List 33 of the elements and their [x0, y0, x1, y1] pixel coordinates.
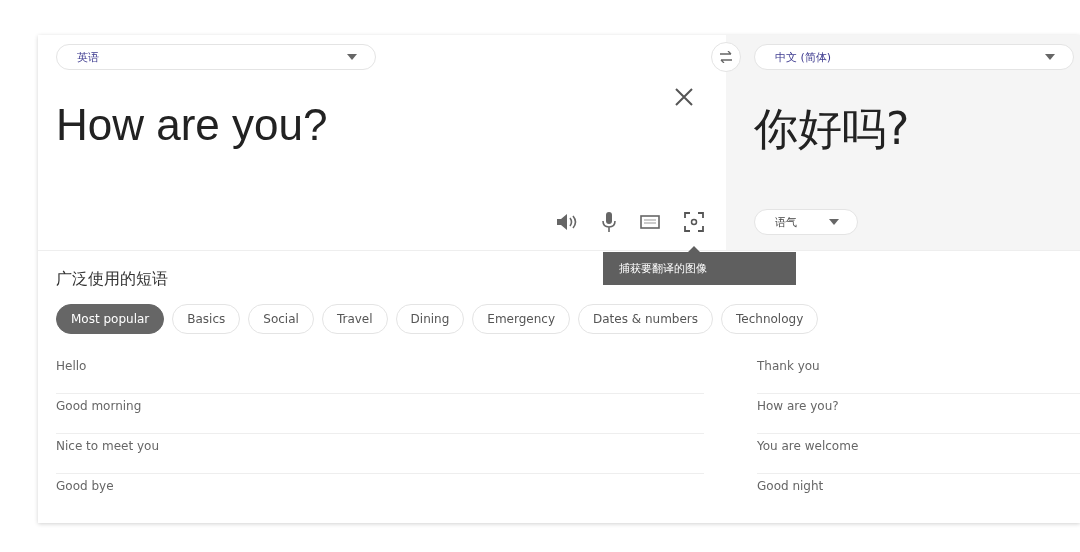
phrase-item[interactable]: Thank you — [757, 354, 1080, 394]
category-chip[interactable]: Most popular — [56, 304, 165, 334]
category-chip[interactable]: Dining — [395, 304, 465, 334]
phrase-item[interactable]: Good morning — [56, 394, 704, 434]
caret-icon — [347, 54, 357, 60]
source-language-dropdown[interactable]: 英语 — [56, 44, 376, 70]
swap-icon — [719, 51, 733, 63]
swap-languages-button[interactable] — [711, 42, 741, 72]
category-chip[interactable]: Social — [248, 304, 314, 334]
category-chip[interactable]: Technology — [721, 304, 819, 334]
category-chip[interactable]: Basics — [172, 304, 241, 334]
phrase-item[interactable]: Nice to meet you — [56, 434, 704, 474]
translated-text: 你好吗? — [754, 102, 911, 156]
phrase-item[interactable]: Hello — [56, 354, 704, 394]
close-icon[interactable] — [675, 88, 693, 106]
speaker-icon[interactable] — [556, 213, 578, 231]
target-language-dropdown[interactable]: 中文 (简体) — [754, 44, 1074, 70]
tone-dropdown[interactable]: 语气 — [754, 209, 858, 235]
keyboard-icon[interactable] — [640, 215, 660, 229]
microphone-icon[interactable] — [602, 212, 616, 232]
phrase-item[interactable]: How are you? — [757, 394, 1080, 434]
phrase-item[interactable]: You are welcome — [757, 434, 1080, 474]
camera-scan-icon[interactable] — [684, 212, 704, 232]
caret-icon — [829, 219, 839, 225]
section-title: 广泛使用的短语 — [56, 269, 169, 290]
category-chip[interactable]: Emergency — [472, 304, 570, 334]
category-chip[interactable]: Travel — [321, 304, 388, 334]
phrase-item[interactable]: Good bye — [56, 474, 704, 513]
phrase-item[interactable]: Good night — [757, 474, 1080, 513]
caret-icon — [1045, 54, 1055, 60]
source-text: How are you? — [56, 100, 328, 150]
category-chip[interactable]: Dates & numbers — [578, 304, 713, 334]
tooltip: 捕获要翻译的图像 — [603, 246, 796, 285]
